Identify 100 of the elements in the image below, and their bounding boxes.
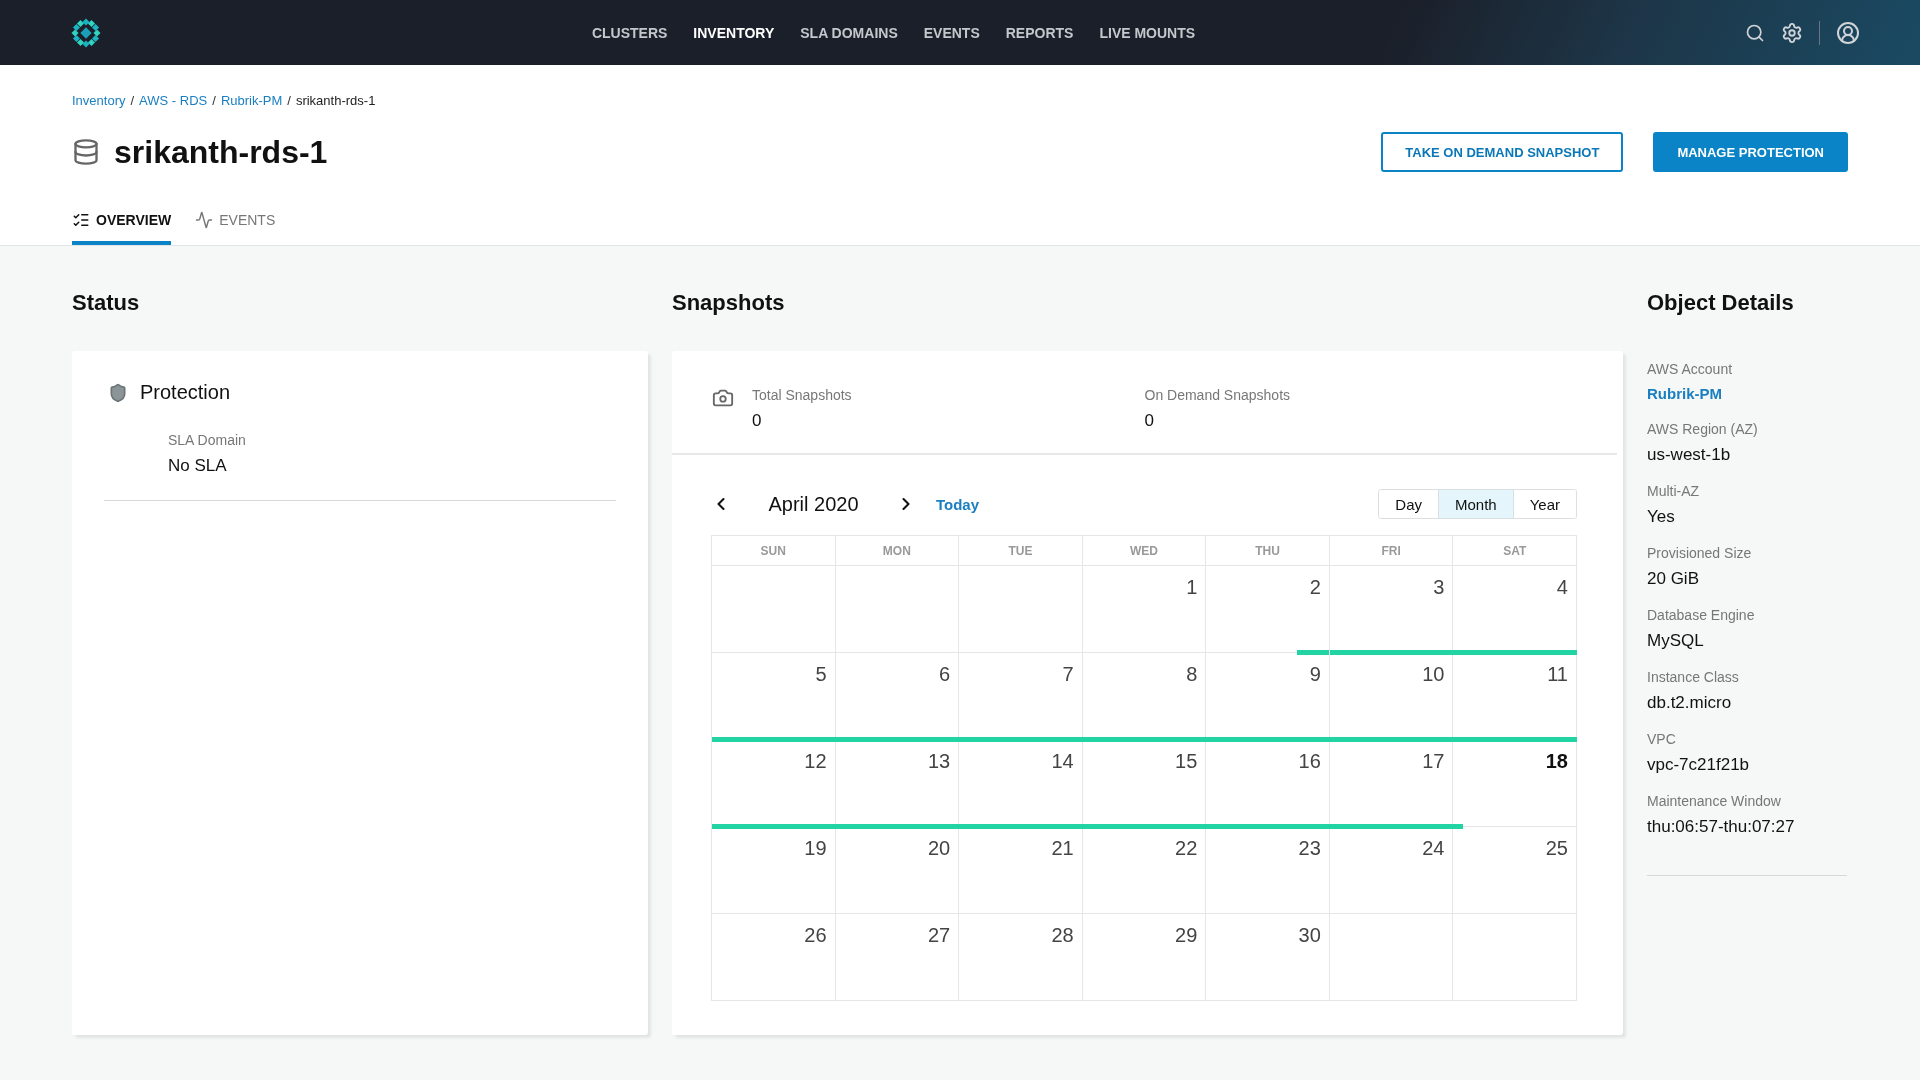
section-heading: Status xyxy=(72,290,141,316)
nav-link[interactable]: INVENTORY xyxy=(693,24,775,41)
calendar-day[interactable]: 27 xyxy=(835,914,960,1001)
day-number: 4 xyxy=(1556,576,1568,599)
detail-label: Maintenance Window xyxy=(1647,793,1782,809)
search-icon[interactable] xyxy=(1745,22,1765,43)
day-number: 12 xyxy=(804,750,827,773)
weekday-header: WED xyxy=(1082,536,1207,566)
view-toggle[interactable]: Month xyxy=(1438,490,1513,518)
calendar-day[interactable]: 30 xyxy=(1206,914,1330,1001)
day-number: 25 xyxy=(1545,837,1568,860)
weekday-header: THU xyxy=(1206,536,1330,566)
calendar-day[interactable]: 14 xyxy=(959,740,1083,827)
breadcrumb-link[interactable]: AWS - RDS xyxy=(139,93,208,108)
user-icon[interactable] xyxy=(1836,20,1860,45)
calendar-day[interactable]: 2 xyxy=(1206,566,1330,653)
calendar-day[interactable]: 18 xyxy=(1453,740,1577,827)
calendar-day[interactable]: 11 xyxy=(1453,653,1577,740)
calendar-day[interactable]: 16 xyxy=(1206,740,1330,827)
breadcrumb-link[interactable]: Inventory xyxy=(72,93,126,108)
day-number: 10 xyxy=(1422,663,1445,686)
day-number: 1 xyxy=(1186,576,1198,599)
detail-label: Provisioned Size xyxy=(1647,545,1753,561)
calendar-day[interactable]: 7 xyxy=(959,653,1083,740)
day-number: 15 xyxy=(1175,750,1198,773)
detail-label: AWS Region (AZ) xyxy=(1647,421,1759,437)
day-number: 11 xyxy=(1547,663,1568,686)
breadcrumb-current[interactable]: srikanth-rds-1 xyxy=(295,93,376,108)
stat-label: Total Snapshots xyxy=(752,387,852,403)
calendar-day[interactable]: 6 xyxy=(835,653,960,740)
day-number: 24 xyxy=(1422,837,1445,860)
breadcrumb-separator: / xyxy=(212,93,216,108)
day-number: 18 xyxy=(1545,750,1568,773)
tab[interactable]: OVERVIEW xyxy=(72,202,172,245)
calendar-day[interactable]: 24 xyxy=(1329,827,1454,914)
stat-value: 0 xyxy=(1144,411,1155,431)
nav-link[interactable]: REPORTS xyxy=(1005,24,1074,41)
day-number: 14 xyxy=(1051,750,1074,773)
primary-button[interactable]: MANAGE PROTECTION xyxy=(1653,132,1848,172)
calendar-day[interactable]: 23 xyxy=(1206,827,1330,914)
database-icon xyxy=(72,138,100,166)
field-value: No SLA xyxy=(168,456,228,476)
day-number: 2 xyxy=(1309,576,1321,599)
day-number: 29 xyxy=(1175,924,1198,947)
day-number: 5 xyxy=(815,663,827,686)
breadcrumb-link[interactable]: Rubrik-PM xyxy=(220,93,283,108)
calendar-day[interactable]: 15 xyxy=(1082,740,1207,827)
field-label: SLA Domain xyxy=(168,432,247,448)
month-label: April 2020 xyxy=(767,492,860,516)
calendar-day[interactable]: 21 xyxy=(959,827,1083,914)
day-number: 7 xyxy=(1062,663,1074,686)
detail-link[interactable]: Rubrik-PM xyxy=(1647,385,1722,402)
weekday-header: MON xyxy=(835,536,960,566)
day-number: 23 xyxy=(1298,837,1321,860)
detail-value: MySQL xyxy=(1647,631,1705,651)
calendar-day[interactable]: 25 xyxy=(1453,827,1577,914)
calendar-day[interactable]: 26 xyxy=(712,914,836,1001)
day-number: 22 xyxy=(1175,837,1198,860)
calendar-day[interactable]: 1 xyxy=(1082,566,1207,653)
today-link[interactable]: Today xyxy=(936,495,980,513)
detail-value: db.t2.micro xyxy=(1647,693,1733,713)
nav-link[interactable]: CLUSTERS xyxy=(591,24,668,41)
view-toggle[interactable]: Year xyxy=(1512,490,1576,518)
logo-icon[interactable] xyxy=(70,16,102,49)
calendar-day[interactable]: 20 xyxy=(835,827,960,914)
calendar-day[interactable]: 9 xyxy=(1206,653,1330,740)
calendar-day[interactable]: 10 xyxy=(1329,653,1454,740)
stat-label: On Demand Snapshots xyxy=(1144,387,1291,403)
calendar-day[interactable]: 19 xyxy=(712,827,836,914)
day-number: 21 xyxy=(1051,837,1074,860)
day-number: 27 xyxy=(927,924,951,947)
calendar-day[interactable]: 8 xyxy=(1082,653,1207,740)
weekday-header: FRI xyxy=(1329,536,1454,566)
weekday-header: SUN xyxy=(712,536,836,566)
calendar-day[interactable]: 17 xyxy=(1329,740,1454,827)
nav-link[interactable]: LIVE MOUNTS xyxy=(1099,24,1196,41)
nav-link[interactable]: EVENTS xyxy=(923,24,980,41)
camera-icon xyxy=(712,387,734,409)
calendar-day[interactable]: 13 xyxy=(835,740,960,827)
calendar-day[interactable]: 28 xyxy=(959,914,1083,1001)
section-heading: Snapshots xyxy=(672,290,786,316)
day-number: 9 xyxy=(1309,663,1321,686)
day-number: 20 xyxy=(927,837,951,860)
detail-value: 20 GiB xyxy=(1647,569,1700,589)
calendar-day[interactable]: 4 xyxy=(1453,566,1577,653)
calendar-day[interactable]: 5 xyxy=(712,653,836,740)
day-number: 8 xyxy=(1186,663,1198,686)
nav-link[interactable]: SLA DOMAINS xyxy=(800,24,898,41)
settings-icon[interactable] xyxy=(1781,21,1803,44)
calendar-day[interactable]: 22 xyxy=(1082,827,1207,914)
tab[interactable]: EVENTS xyxy=(195,202,276,245)
breadcrumb-separator: / xyxy=(130,93,135,108)
calendar-day[interactable]: 3 xyxy=(1329,566,1454,653)
outline-button[interactable]: TAKE ON DEMAND SNAPSHOT xyxy=(1381,132,1624,172)
day-number: 13 xyxy=(927,750,951,773)
calendar-day[interactable]: 12 xyxy=(712,740,836,827)
breadcrumb-separator: / xyxy=(287,93,291,108)
calendar-day[interactable]: 29 xyxy=(1082,914,1207,1001)
detail-value: us-west-1b xyxy=(1647,445,1732,465)
weekday-header: SAT xyxy=(1453,536,1577,566)
